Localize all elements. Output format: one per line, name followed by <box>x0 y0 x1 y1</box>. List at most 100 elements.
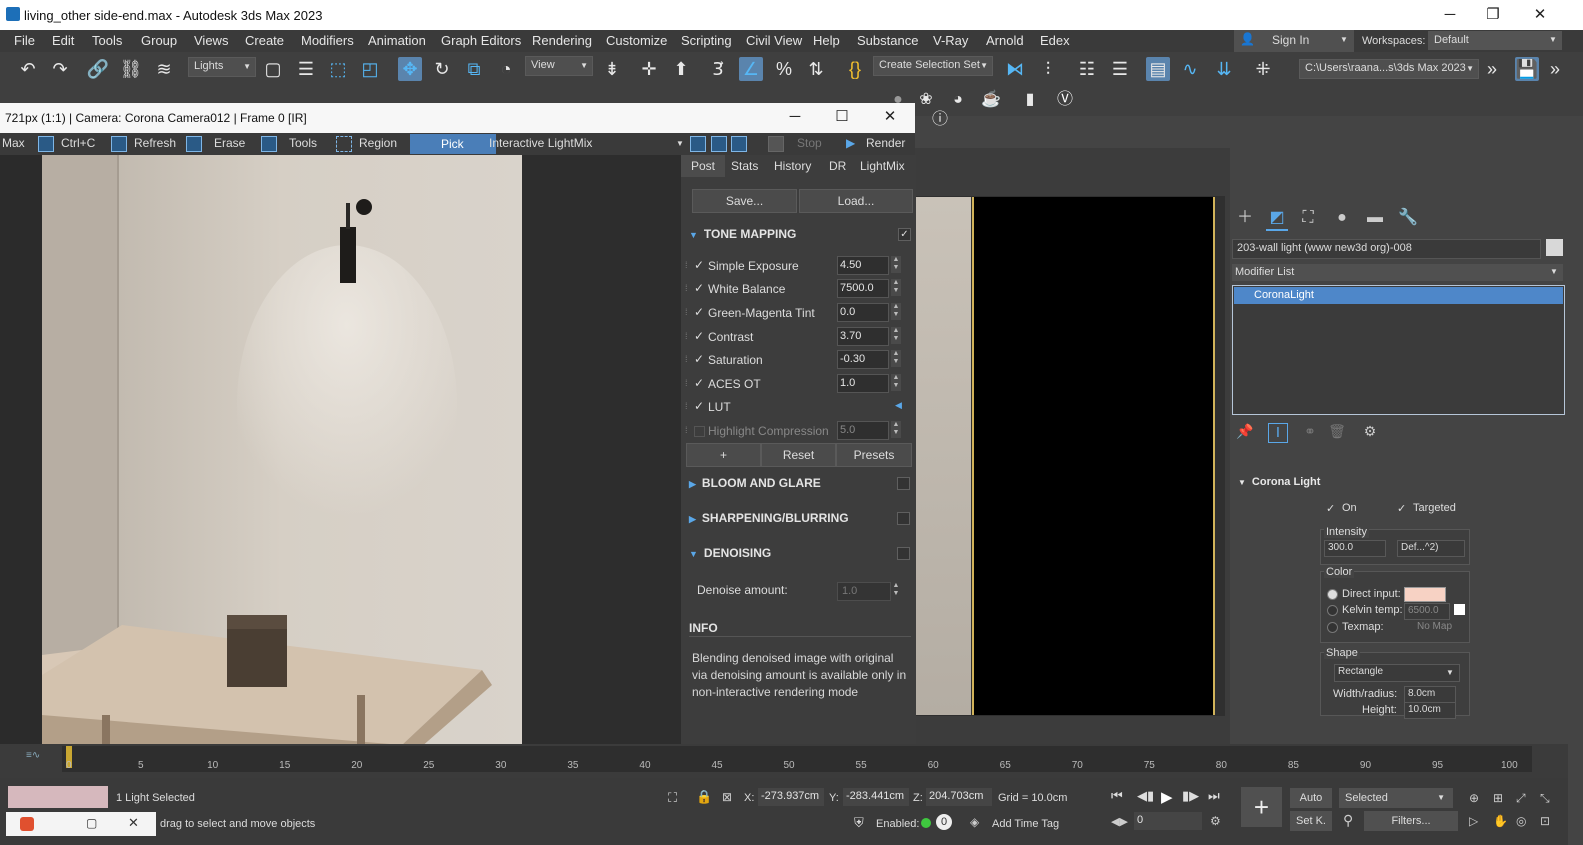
row-checkbox[interactable]: ✓ <box>694 329 704 343</box>
isolate-selection-icon[interactable]: ⛶ <box>668 790 677 806</box>
menu-create[interactable]: Create <box>245 33 284 48</box>
denoising-header[interactable]: ▼ DENOISING <box>689 546 771 560</box>
menu-group[interactable]: Group <box>141 33 177 48</box>
select-manipulate-icon[interactable]: ✛ <box>637 57 661 81</box>
remove-modifier-icon[interactable]: 🗑 <box>1328 423 1346 441</box>
row-checkbox[interactable]: ✓ <box>694 258 704 272</box>
tab-post[interactable]: Post <box>691 159 715 173</box>
menu-animation[interactable]: Animation <box>368 33 426 48</box>
pin-stack-icon[interactable]: 📌 <box>1236 423 1254 441</box>
direct-input-radio[interactable] <box>1327 589 1338 600</box>
intensity-input[interactable]: 300.0 <box>1324 540 1386 557</box>
selection-filter-dropdown[interactable]: Lights ▼ <box>188 57 256 77</box>
edit-named-selection-icon[interactable]: {} <box>843 57 867 81</box>
x-coordinate-field[interactable]: -273.937cm <box>758 788 824 806</box>
drag-handle-icon[interactable]: ⁞ <box>685 354 688 364</box>
maximize-viewport-icon[interactable]: ⊡ <box>1540 814 1550 828</box>
adaptive-degradation-icon[interactable]: ⛨ <box>854 815 864 831</box>
percent-snap-icon[interactable]: % <box>772 57 796 81</box>
field-of-view-icon[interactable]: ▷ <box>1469 814 1478 828</box>
y-coordinate-field[interactable]: -283.441cm <box>843 788 909 806</box>
utilities-tab-icon[interactable]: 🔧 <box>1397 207 1419 229</box>
project-path-dropdown[interactable]: C:\Users\raana...s\3ds Max 2023 ▼ <box>1299 59 1479 79</box>
spinner-icon[interactable]: ▲ ▼ <box>891 582 901 599</box>
spinner-icon[interactable]: ▲ ▼ <box>891 279 901 296</box>
targeted-checkbox[interactable]: ✓ <box>1397 502 1406 515</box>
tone-mapping-checkbox[interactable]: ✓ <box>898 228 911 241</box>
restore-icon[interactable]: ▢ <box>86 816 97 830</box>
width-radius-input[interactable]: 8.0cm <box>1404 686 1456 703</box>
set-key-big-icon[interactable]: + <box>1241 787 1282 827</box>
zoom-extents-all-icon[interactable]: ⤡ <box>1540 791 1550 806</box>
next-frame-icon[interactable]: ▮▶ <box>1182 788 1199 804</box>
drag-handle-icon[interactable]: ⁞ <box>685 307 688 317</box>
zoom-out-icon[interactable] <box>711 136 727 152</box>
named-selection-dropdown[interactable]: Create Selection Set ▼ <box>873 56 993 76</box>
key-mode-icon[interactable]: ◀▶ <box>1111 815 1128 828</box>
vray-logo-icon[interactable]: Ⓥ <box>1053 88 1077 112</box>
rectangular-selection-icon[interactable]: ⬚ <box>326 57 350 81</box>
time-configuration-icon[interactable]: ⚙ <box>1210 814 1221 828</box>
redo-icon[interactable]: ↷ <box>48 57 72 81</box>
zoom-all-icon[interactable]: ⊞ <box>1493 791 1503 805</box>
expand-toolbar-icon[interactable]: » <box>1543 57 1567 81</box>
contrast-input[interactable]: 3.70 <box>837 327 889 346</box>
presets-button[interactable]: Presets <box>836 443 912 467</box>
unlink-icon[interactable]: ⛓ <box>119 57 143 81</box>
menu-edit[interactable]: Edit <box>52 33 74 48</box>
add-operator-button[interactable]: + <box>686 443 761 467</box>
zoom-fit-icon[interactable] <box>731 136 747 152</box>
corona-light-rollout-title[interactable]: ▼ Corona Light <box>1238 476 1320 488</box>
sign-in-dropdown[interactable]: 👤 Sign In ▼ <box>1234 30 1354 52</box>
configure-sets-icon[interactable]: ⚙ <box>1361 423 1379 441</box>
tab-stats[interactable]: Stats <box>731 159 758 173</box>
scene-explorer-icon[interactable]: ☷ <box>1075 57 1099 81</box>
drag-handle-icon[interactable]: ⁞ <box>685 378 688 388</box>
bloom-glare-checkbox[interactable] <box>897 477 910 490</box>
link-icon[interactable]: 🔗 <box>86 57 110 81</box>
zoom-icon[interactable]: ⊕ <box>1469 791 1479 805</box>
frame-buffer-icon[interactable]: ▮ <box>1018 88 1042 112</box>
texmap-button[interactable]: No Map <box>1417 621 1452 632</box>
curve-editor-icon[interactable]: ∿ <box>1178 57 1202 81</box>
create-tab-icon[interactable]: ＋ <box>1234 207 1256 229</box>
lightmix-dropdown[interactable]: Interactive LightMix <box>489 136 592 150</box>
select-by-name-icon[interactable]: ☰ <box>294 57 318 81</box>
menu-rendering[interactable]: Rendering <box>532 33 592 48</box>
go-to-start-icon[interactable]: ⏮ <box>1111 788 1123 804</box>
vfb-maximize-button[interactable]: ☐ <box>824 106 860 128</box>
zoom-in-icon[interactable] <box>690 136 706 152</box>
play-icon[interactable]: ▶ <box>1161 788 1173 806</box>
mirror-icon[interactable]: ⧑ <box>1003 57 1027 81</box>
object-name-field[interactable]: 203-wall light (www new3d org)-008 <box>1232 239 1541 259</box>
spinner-snap-icon[interactable]: ⇅ <box>804 57 828 81</box>
menu-tools[interactable]: Tools <box>92 33 122 48</box>
close-button[interactable]: ✕ <box>1522 4 1558 26</box>
expand-arrow-icon[interactable]: ◀ <box>895 400 902 411</box>
aces-ot-input[interactable]: 1.0 <box>837 374 889 393</box>
highlight-compression-input[interactable]: 5.0 <box>837 421 889 440</box>
hierarchy-tab-icon[interactable]: ⛶ <box>1297 207 1319 229</box>
menu-arnold[interactable]: Arnold <box>986 33 1024 48</box>
motion-tab-icon[interactable]: ● <box>1331 207 1353 229</box>
drag-handle-icon[interactable]: ⁞ <box>685 331 688 341</box>
direct-color-swatch[interactable] <box>1404 587 1446 602</box>
current-frame-field[interactable]: 0 <box>1134 812 1202 830</box>
object-color-swatch[interactable] <box>1546 239 1563 256</box>
row-checkbox[interactable]: ✓ <box>694 281 704 295</box>
workspaces-select[interactable]: Default ▼ <box>1428 31 1562 50</box>
pan-icon[interactable]: ✋ <box>1493 814 1508 828</box>
menu-modifiers[interactable]: Modifiers <box>301 33 354 48</box>
shape-dropdown[interactable]: Rectangle ▼ <box>1334 664 1460 682</box>
save-button[interactable]: Save... <box>692 189 797 213</box>
filters-button[interactable]: Filters... <box>1364 811 1458 831</box>
spinner-icon[interactable]: ▲ ▼ <box>891 421 901 438</box>
sharpening-blurring-checkbox[interactable] <box>897 512 910 525</box>
bind-space-warp-icon[interactable]: ≋ <box>152 57 176 81</box>
kelvin-temp-radio[interactable] <box>1327 605 1338 616</box>
close-icon[interactable]: ✕ <box>128 815 139 831</box>
tone-mapping-header[interactable]: ▼ TONE MAPPING <box>689 227 796 241</box>
scale-icon[interactable]: ⧉ <box>462 57 486 81</box>
absolute-mode-icon[interactable]: ⊠ <box>722 790 732 804</box>
kelvin-temp-input[interactable]: 6500.0 <box>1404 603 1450 620</box>
